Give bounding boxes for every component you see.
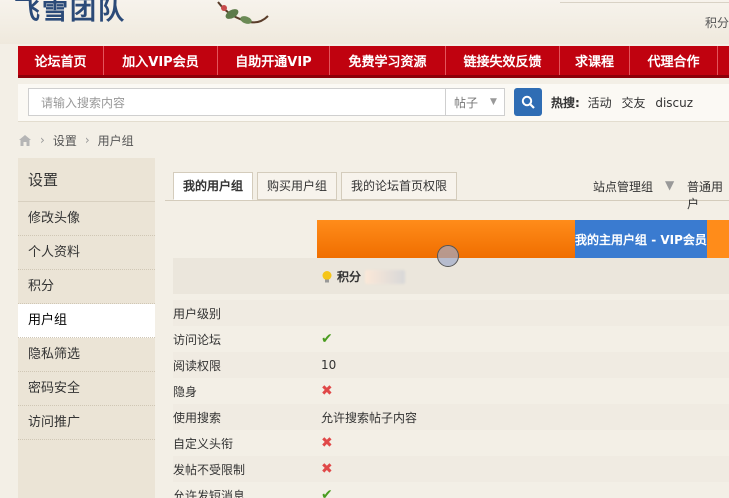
sidebar-item[interactable]: 积分 (18, 270, 155, 304)
tab[interactable]: 我的用户组 (173, 172, 254, 200)
permission-table: 用户级别 访问论坛 ✔ 阅读权限 10 隐身 ✖ 使用搜索 允许搜索帖子内容 自定义头衔 ✖ 发帖不受… (173, 300, 729, 498)
sidebar-item[interactable]: 密码安全 (18, 372, 155, 406)
permission-name: 访问论坛 (173, 332, 222, 347)
tab-divider (165, 200, 729, 201)
points-link[interactable]: 积分 (705, 14, 729, 31)
points-label: 积分 (337, 270, 362, 284)
nav-item[interactable]: 免费学习资源 (330, 46, 446, 75)
sidebar-item[interactable]: 个人资料 (18, 236, 155, 270)
permission-value: 允许搜索帖子内容 (321, 410, 418, 425)
permission-value-cell: ✖ (317, 461, 729, 477)
hot-keyword[interactable]: discuz (655, 96, 693, 110)
group-header: 我的主用户组 - VIP会员 (317, 220, 729, 258)
search-icon (521, 95, 535, 109)
nav-item[interactable]: 链接失效反馈 (446, 46, 560, 75)
sidebar-item[interactable]: 修改头像 (18, 202, 155, 236)
home-icon[interactable] (18, 134, 32, 147)
caret-down-icon: ▼ (665, 178, 675, 192)
group-header-edge (707, 220, 729, 258)
permission-value-cell: 10 (317, 358, 729, 372)
permission-name: 阅读权限 (173, 358, 222, 373)
hot-search: 热搜: 活动 交友 discuz (551, 94, 699, 111)
permission-row: 自定义头衔 ✖ (173, 430, 729, 456)
tab-bar: 我的用户组 购买用户组 我的论坛首页权限 (173, 172, 461, 200)
hot-keyword[interactable]: 活动 (588, 96, 612, 110)
mouse-cursor (437, 245, 459, 267)
search-button[interactable] (514, 88, 542, 116)
normal-user-link[interactable]: 普通用户 (687, 178, 729, 212)
permission-name: 自定义头衔 (173, 436, 234, 451)
permission-name: 用户级别 (173, 306, 222, 321)
sidebar-title: 设置 (18, 158, 155, 202)
permission-row: 发帖不受限制 ✖ (173, 456, 729, 482)
permission-row: 阅读权限 10 (173, 352, 729, 378)
permission-name: 发帖不受限制 (173, 462, 246, 477)
permission-value-cell: ✖ (317, 383, 729, 399)
main-group-label: 我的主用户组 - VIP会员 (575, 220, 707, 258)
permission-row: 使用搜索 允许搜索帖子内容 (173, 404, 729, 430)
permission-value-cell: ✖ (317, 435, 729, 451)
sidebar-item[interactable]: 用户组 (18, 304, 155, 338)
checkmark-icon: ✔ (321, 487, 333, 498)
permission-name: 隐身 (173, 384, 198, 399)
chevron-right-icon: › (40, 133, 45, 147)
lightbulb-icon (322, 270, 332, 282)
tab[interactable]: 我的论坛首页权限 (341, 172, 458, 200)
search-bar: 请输入搜索内容 帖子 ▼ 热搜: 活动 交友 discuz (18, 84, 729, 122)
permission-value-cell: 允许搜索帖子内容 (317, 409, 729, 426)
permission-row: 允许发短消息 ✔ (173, 482, 729, 498)
cross-icon: ✖ (321, 435, 333, 451)
search-type-select[interactable]: 帖子 ▼ (445, 88, 505, 116)
hot-search-label: 热搜: (551, 96, 580, 110)
breadcrumb: › 设置 › 用户组 (18, 130, 134, 150)
permission-value-cell: ✔ (317, 331, 729, 347)
permission-row: 隐身 ✖ (173, 378, 729, 404)
points-value-blurred (365, 269, 406, 284)
cross-icon: ✖ (321, 383, 333, 399)
nav-item[interactable]: 加入VIP会员 (104, 46, 218, 75)
top-banner: 飞雪团队 积分 (0, 0, 729, 44)
permission-value: 10 (321, 358, 337, 372)
nav-item[interactable]: 论坛首页 (18, 46, 104, 75)
top-divider (560, 0, 729, 3)
permission-value-cell: ✔ (317, 487, 729, 498)
site-admin-group-link[interactable]: 站点管理组 (593, 178, 653, 195)
breadcrumb-usergroup[interactable]: 用户组 (98, 132, 134, 149)
cross-icon: ✖ (321, 461, 333, 477)
chevron-down-icon: ▼ (490, 97, 497, 107)
search-type-label: 帖子 (454, 95, 479, 110)
hot-keyword[interactable]: 交友 (621, 96, 645, 110)
plum-blossom-icon (217, 1, 269, 24)
search-input[interactable]: 请输入搜索内容 (28, 88, 446, 116)
settings-sidebar: 设置 修改头像 个人资料 积分 用户组 隐私筛选 密码安全 访问推广 (18, 158, 155, 498)
checkmark-icon: ✔ (321, 331, 333, 347)
site-logo[interactable]: 飞雪团队 (14, 0, 126, 27)
permission-row: 访问论坛 ✔ (173, 326, 729, 352)
points-cell: 积分 (321, 268, 406, 285)
main-nav: 论坛首页 加入VIP会员 自助开通VIP 免费学习资源 链接失效反馈 求课程 代理合作 (18, 46, 729, 78)
permission-name: 使用搜索 (173, 410, 222, 425)
sidebar-item[interactable]: 隐私筛选 (18, 338, 155, 372)
sidebar-item[interactable]: 访问推广 (18, 406, 155, 440)
tab[interactable]: 购买用户组 (257, 172, 338, 200)
nav-item[interactable]: 求课程 (560, 46, 630, 75)
chevron-right-icon: › (84, 133, 90, 147)
nav-item[interactable]: 自助开通VIP (218, 46, 330, 75)
breadcrumb-settings[interactable]: 设置 (53, 132, 77, 149)
main-content: 我的用户组 购买用户组 我的论坛首页权限 站点管理组 ▼ 普通用户 我的主用户组 -… (165, 160, 729, 498)
permission-name: 允许发短消息 (173, 488, 246, 498)
nav-item[interactable]: 代理合作 (630, 46, 718, 75)
permission-row: 用户级别 (173, 300, 729, 326)
